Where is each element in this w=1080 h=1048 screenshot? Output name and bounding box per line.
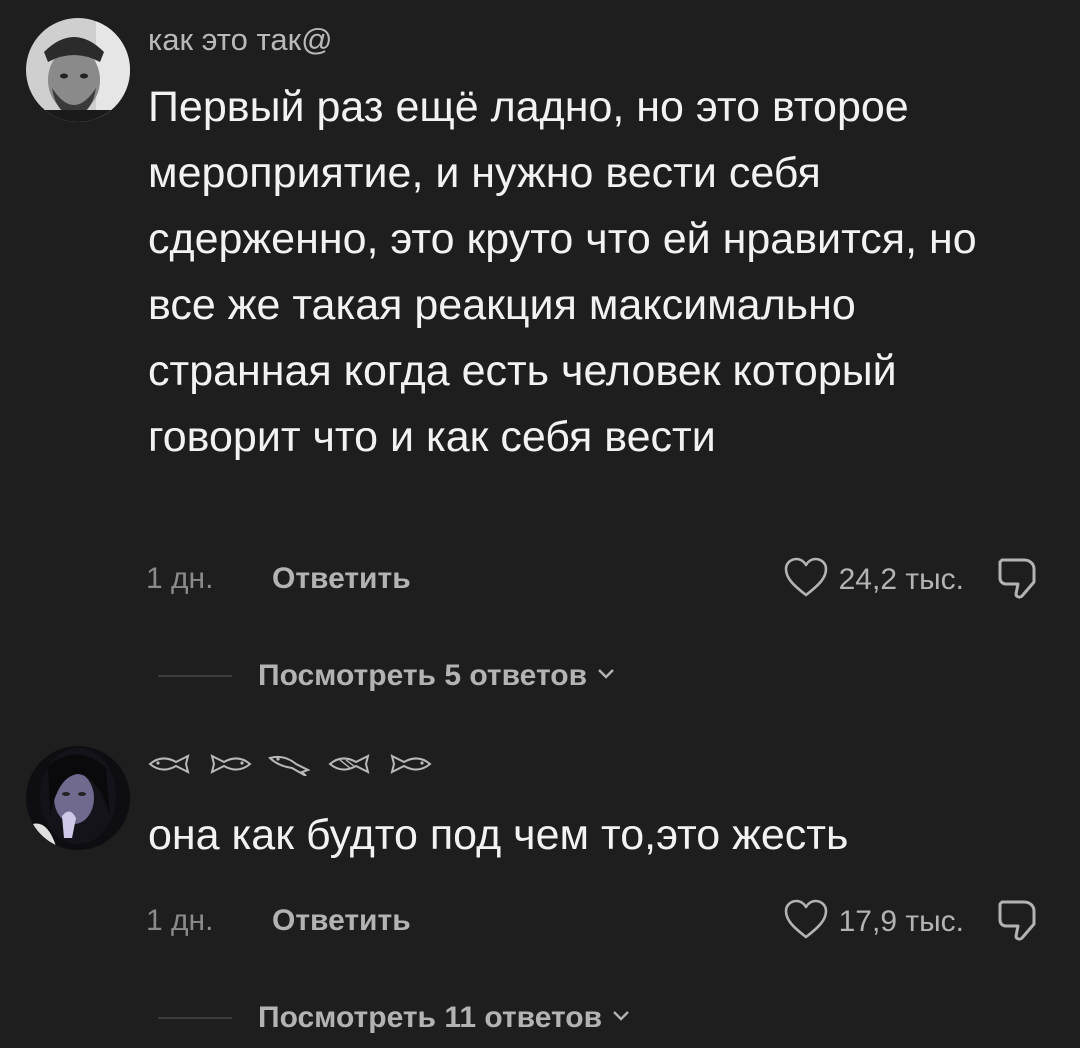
like-button[interactable]: 24,2 тыс. xyxy=(783,556,964,603)
heart-icon xyxy=(783,556,829,603)
dislike-button[interactable] xyxy=(994,552,1046,609)
avatar[interactable] xyxy=(26,18,130,122)
fish-icon xyxy=(266,752,314,776)
like-count: 17,9 тыс. xyxy=(838,904,964,938)
divider xyxy=(158,1017,232,1019)
fish-icon xyxy=(146,752,194,776)
divider xyxy=(158,675,232,677)
heart-icon xyxy=(783,898,829,945)
view-replies-label: Посмотреть 5 ответов xyxy=(258,659,588,692)
fish-icon xyxy=(386,752,434,776)
comment-time: 1 дн. xyxy=(146,904,214,937)
thumbs-down-icon xyxy=(994,558,1046,608)
reply-button[interactable]: Ответить xyxy=(272,562,411,596)
fish-icon xyxy=(206,752,254,776)
thumbs-down-icon xyxy=(994,900,1046,950)
view-replies-button[interactable]: Посмотреть 5 ответов xyxy=(158,656,615,696)
reply-button[interactable]: Ответить xyxy=(272,904,411,938)
like-button[interactable]: 17,9 тыс. xyxy=(783,898,964,945)
username-emoji[interactable] xyxy=(146,752,434,776)
chevron-down-icon xyxy=(597,667,615,685)
avatar[interactable] xyxy=(26,746,130,850)
comment-time: 1 дн. xyxy=(146,562,214,595)
fish-icon xyxy=(326,752,374,776)
comment-actions: 1 дн. Ответить 17,9 тыс. xyxy=(146,898,1046,942)
comments-list: как это так@ Первый раз ещё ладно, но эт… xyxy=(0,0,1080,1048)
comment-text: Первый раз ещё ладно, но это второе меро… xyxy=(148,83,977,461)
comment-text: она как будто под чем то,это жесть xyxy=(148,811,849,859)
view-replies-button[interactable]: Посмотреть 11 ответов xyxy=(158,998,630,1038)
view-replies-label: Посмотреть 11 ответов xyxy=(258,1001,603,1034)
comment-actions: 1 дн. Ответить 24,2 тыс. xyxy=(146,556,1046,600)
comment-username[interactable]: как это так@ xyxy=(148,22,333,58)
like-count: 24,2 тыс. xyxy=(838,562,964,596)
chevron-down-icon xyxy=(612,1009,630,1027)
dislike-button[interactable] xyxy=(994,894,1046,951)
